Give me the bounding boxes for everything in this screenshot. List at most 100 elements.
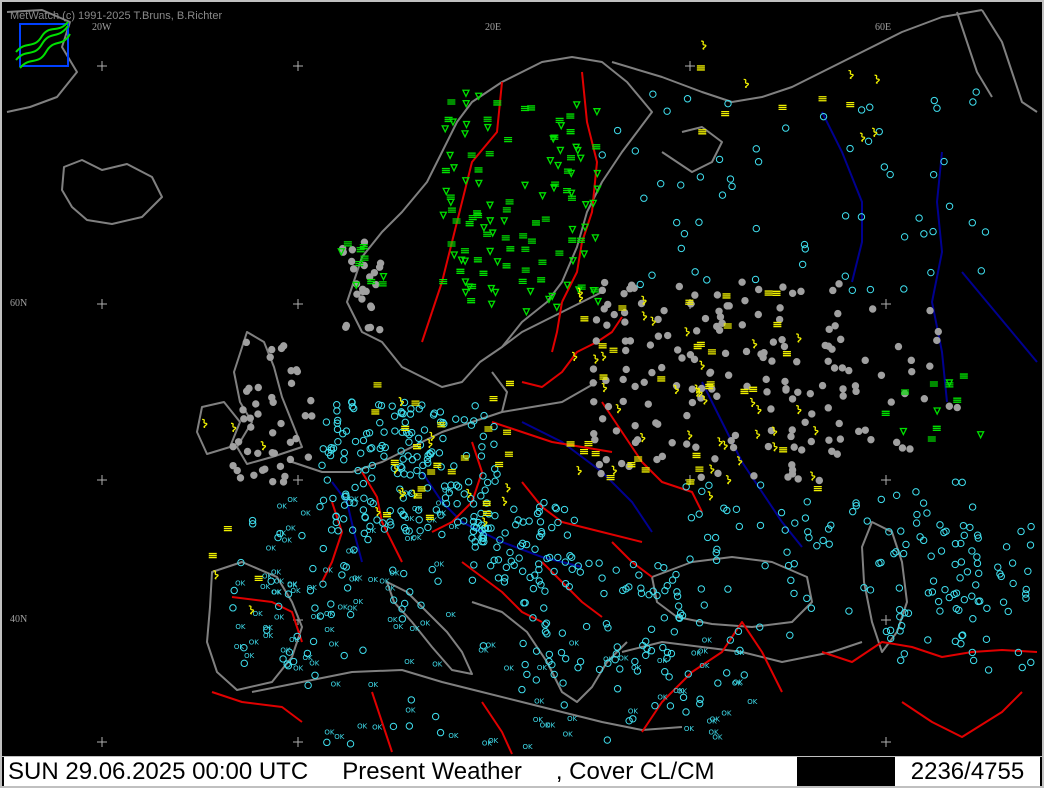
station-marker[interactable] xyxy=(945,593,953,602)
weather-symbol[interactable] xyxy=(722,440,728,450)
station-marker[interactable] xyxy=(254,383,262,392)
weather-symbol[interactable] xyxy=(932,425,941,431)
station-marker[interactable] xyxy=(525,517,533,525)
station-marker[interactable] xyxy=(287,379,296,388)
station-marker[interactable] xyxy=(464,478,473,486)
station-marker[interactable] xyxy=(902,540,910,549)
station-marker[interactable] xyxy=(821,341,829,350)
weather-symbol[interactable] xyxy=(945,382,954,388)
station-marker[interactable] xyxy=(781,377,789,386)
weather-symbol[interactable] xyxy=(433,462,442,468)
weather-symbol[interactable] xyxy=(859,132,866,142)
station-marker[interactable] xyxy=(897,656,905,665)
weather-symbol[interactable] xyxy=(371,409,380,415)
station-marker[interactable] xyxy=(898,444,907,452)
station-marker[interactable] xyxy=(1017,527,1025,536)
weather-symbol[interactable] xyxy=(591,234,600,243)
station-marker[interactable] xyxy=(536,518,545,526)
station-marker[interactable] xyxy=(304,681,312,690)
station-marker[interactable] xyxy=(782,386,790,394)
station-marker[interactable] xyxy=(269,398,277,406)
weather-symbol[interactable] xyxy=(591,450,600,457)
station-marker[interactable] xyxy=(661,668,669,676)
station-marker[interactable] xyxy=(895,584,904,592)
weather-symbol[interactable] xyxy=(810,471,816,481)
station-marker[interactable] xyxy=(960,595,969,604)
station-marker[interactable] xyxy=(311,604,319,612)
station-marker[interactable] xyxy=(667,649,676,658)
station-marker[interactable] xyxy=(390,412,399,420)
station-marker[interactable] xyxy=(420,426,429,434)
weather-symbol[interactable] xyxy=(699,360,705,370)
station-marker[interactable] xyxy=(452,415,460,423)
station-marker[interactable] xyxy=(724,371,733,379)
station-marker[interactable] xyxy=(268,429,277,437)
station-marker[interactable] xyxy=(972,581,980,589)
station-marker[interactable] xyxy=(892,491,901,500)
station-marker[interactable] xyxy=(602,455,610,464)
station-marker[interactable] xyxy=(339,515,348,523)
station-marker[interactable] xyxy=(900,233,909,241)
station-marker[interactable] xyxy=(631,421,639,430)
weather-symbol[interactable] xyxy=(521,246,530,252)
station-marker[interactable] xyxy=(838,364,847,372)
station-marker[interactable] xyxy=(343,584,352,592)
weather-symbol[interactable] xyxy=(460,248,469,254)
weather-symbol[interactable] xyxy=(429,431,435,442)
station-marker[interactable] xyxy=(654,332,663,340)
station-marker[interactable] xyxy=(791,519,799,527)
station-marker[interactable] xyxy=(481,486,489,494)
station-marker[interactable] xyxy=(797,287,805,296)
weather-symbol[interactable] xyxy=(541,216,550,222)
weather-symbol[interactable] xyxy=(502,263,511,269)
station-marker[interactable] xyxy=(698,487,706,496)
station-marker[interactable] xyxy=(975,569,983,578)
weather-symbol[interactable] xyxy=(555,117,564,123)
station-marker[interactable] xyxy=(725,302,733,310)
station-marker[interactable] xyxy=(529,584,538,593)
station-marker[interactable] xyxy=(741,296,749,305)
weather-symbol[interactable] xyxy=(901,389,910,395)
station-marker[interactable] xyxy=(769,338,778,346)
weather-symbol[interactable] xyxy=(437,422,446,428)
station-marker[interactable] xyxy=(808,410,816,418)
station-marker[interactable] xyxy=(855,427,863,436)
station-marker[interactable] xyxy=(329,494,337,503)
station-marker[interactable] xyxy=(834,309,842,318)
station-marker[interactable] xyxy=(604,402,613,411)
station-marker[interactable] xyxy=(348,246,357,254)
weather-symbol[interactable] xyxy=(743,78,749,89)
station-marker[interactable] xyxy=(786,631,794,639)
weather-symbol[interactable] xyxy=(483,231,492,237)
station-marker[interactable] xyxy=(824,404,832,412)
station-marker[interactable] xyxy=(585,559,593,568)
station-marker[interactable] xyxy=(868,305,877,313)
station-marker[interactable] xyxy=(913,510,921,519)
station-marker[interactable] xyxy=(600,278,609,287)
station-marker[interactable] xyxy=(969,98,977,106)
station-marker[interactable] xyxy=(654,315,662,324)
station-marker[interactable] xyxy=(790,443,798,451)
station-marker[interactable] xyxy=(405,438,413,446)
station-marker[interactable] xyxy=(715,326,724,334)
weather-symbol[interactable] xyxy=(479,270,488,276)
weather-symbol[interactable] xyxy=(401,425,410,432)
weather-symbol[interactable] xyxy=(479,224,488,233)
station-marker[interactable] xyxy=(298,531,306,540)
station-marker[interactable] xyxy=(983,604,991,612)
station-marker[interactable] xyxy=(568,565,576,573)
weather-symbol[interactable] xyxy=(447,241,456,247)
weather-symbol[interactable] xyxy=(717,437,723,447)
station-marker[interactable] xyxy=(696,173,705,181)
station-marker[interactable] xyxy=(621,346,630,355)
station-marker[interactable] xyxy=(600,305,608,313)
station-marker[interactable] xyxy=(460,416,468,424)
station-marker[interactable] xyxy=(567,553,576,561)
station-marker[interactable] xyxy=(968,219,977,227)
weather-symbol[interactable] xyxy=(461,288,470,297)
station-marker[interactable] xyxy=(563,531,572,539)
weather-symbol[interactable] xyxy=(223,525,232,532)
weather-symbol[interactable] xyxy=(502,207,511,213)
weather-symbol[interactable] xyxy=(709,464,715,474)
weather-symbol[interactable] xyxy=(501,496,508,506)
